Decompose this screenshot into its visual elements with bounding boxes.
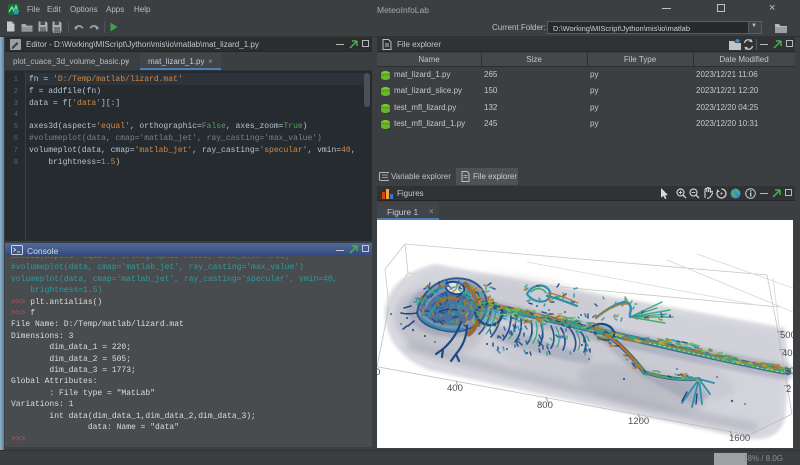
- svg-text:500: 500: [780, 330, 793, 341]
- svg-text:400: 400: [782, 348, 793, 359]
- svg-text:30: 30: [784, 366, 793, 377]
- svg-text:1600: 1600: [729, 433, 750, 444]
- svg-text:2: 2: [786, 384, 791, 395]
- svg-text:0: 0: [377, 367, 380, 378]
- svg-text:400: 400: [447, 383, 463, 394]
- svg-text:1200: 1200: [628, 416, 649, 427]
- svg-text:800: 800: [537, 400, 553, 411]
